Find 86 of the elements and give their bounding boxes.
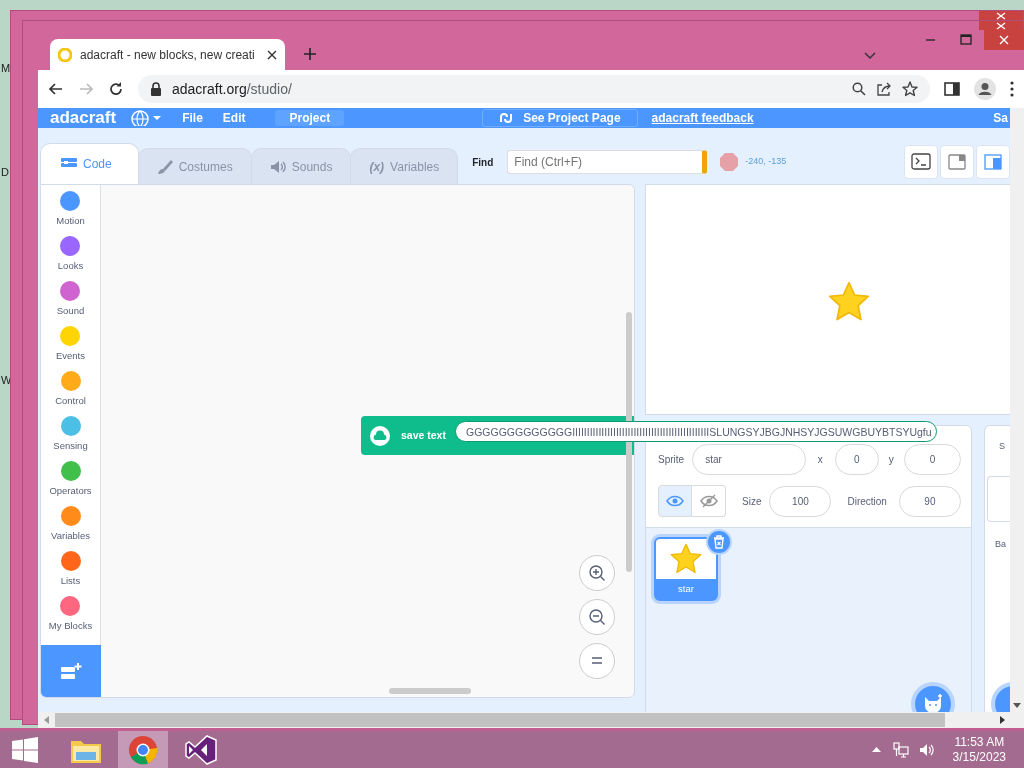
category-item[interactable]: Motion	[56, 191, 85, 236]
find-label: Find	[472, 155, 494, 170]
scrollbar-thumb[interactable]	[55, 713, 945, 727]
zoom-in-icon	[587, 563, 607, 583]
browser-tab[interactable]: adacraft - new blocks, new creati	[50, 39, 285, 70]
x-field[interactable]: 0	[834, 444, 879, 475]
new-tab-icon[interactable]	[303, 47, 317, 61]
x-label: x	[817, 453, 823, 467]
eye-icon	[666, 495, 684, 507]
category-item[interactable]: Events	[55, 326, 85, 371]
category-item[interactable]: Operators	[49, 461, 92, 506]
add-blocks-icon	[60, 662, 82, 680]
size-label: Size	[742, 494, 762, 509]
volume-icon[interactable]	[918, 742, 935, 757]
desktop-icon-label: D	[1, 165, 9, 180]
hide-sprite-button[interactable]	[692, 485, 726, 517]
large-stage-icon	[983, 152, 1003, 172]
star-icon[interactable]	[902, 81, 918, 97]
share-icon[interactable]	[876, 82, 892, 96]
view-button[interactable]	[904, 145, 938, 179]
category-item[interactable]: Lists	[60, 551, 81, 596]
view-button[interactable]	[940, 145, 974, 179]
star-thumbnail	[670, 543, 702, 575]
bowtie-logo-icon	[185, 734, 217, 765]
delete-button[interactable]	[706, 529, 732, 555]
text-input-field[interactable]: GGGGGGGGGGGGGIIIIIIIIIIIIIIIIIIIIIIIIIIIIIIIIIIIIIIIIIIIIIIISLUNGSYJBGJNHSYJGSUWGBUYBTSYUgfu	[455, 421, 937, 442]
search-icon[interactable]	[852, 82, 866, 96]
y-field[interactable]: 0	[903, 444, 961, 475]
stage-heading: S	[999, 440, 1005, 453]
direction-label: Direction	[847, 494, 887, 509]
category-item[interactable]: Variables	[51, 506, 90, 551]
terminal-icon	[911, 152, 931, 172]
windows-icon	[12, 736, 38, 763]
side-panel-icon[interactable]	[944, 82, 960, 96]
direction-field[interactable]: 90	[898, 485, 961, 517]
clock-date[interactable]: 3/15/2023	[952, 749, 1006, 765]
profile-icon[interactable]	[974, 78, 996, 100]
small-stage-icon	[947, 152, 967, 172]
trash-icon	[713, 535, 725, 549]
scrollbar-thumb[interactable]	[389, 688, 471, 694]
desktop-icon-label: M	[1, 61, 11, 76]
more-menu-icon[interactable]	[1010, 81, 1014, 97]
backdrops-label: Ba	[995, 537, 1006, 551]
close-icon[interactable]	[267, 49, 277, 60]
sprite-name: star	[677, 582, 695, 596]
zoom-button[interactable]	[579, 599, 615, 635]
sprite-label: Sprite	[658, 453, 685, 467]
find-field[interactable]: Find (Ctrl+F)	[507, 150, 708, 174]
zoom-button[interactable]	[579, 643, 615, 679]
show-sprite-button[interactable]	[658, 485, 692, 517]
speaker-icon	[269, 158, 286, 175]
clock-time[interactable]: 11:53 AM	[952, 734, 1006, 750]
coordinates-text: -240, -135	[745, 155, 787, 169]
forward-icon	[78, 81, 94, 97]
y-label: y	[888, 453, 894, 467]
back-icon[interactable]	[48, 81, 64, 97]
swap-arrows-icon	[499, 112, 514, 124]
cloud-icon	[369, 424, 391, 447]
network-icon[interactable]	[892, 741, 909, 758]
view-button[interactable]	[976, 145, 1010, 179]
scroll-down-icon[interactable]	[1013, 703, 1021, 708]
scroll-left-icon[interactable]	[44, 716, 49, 724]
category-item[interactable]: Sound	[56, 281, 85, 326]
sprite-name-field[interactable]: star	[692, 444, 806, 475]
scroll-right-icon[interactable]	[1000, 716, 1005, 724]
favicon-icon	[58, 47, 72, 62]
category-item[interactable]: Looks	[57, 236, 84, 281]
brush-icon	[156, 158, 173, 175]
cat-icon	[922, 694, 944, 712]
zoom-button[interactable]	[579, 555, 615, 591]
category-item[interactable]: Control	[55, 371, 86, 416]
chevron-down-icon[interactable]	[864, 52, 876, 60]
chrome-icon	[128, 734, 158, 765]
tray-arrow-icon[interactable]	[871, 747, 881, 752]
category-item[interactable]: My Blocks	[48, 596, 93, 641]
reload-icon[interactable]	[108, 81, 124, 97]
size-field[interactable]: 100	[769, 485, 832, 517]
scrollbar[interactable]	[1010, 108, 1024, 712]
eye-slash-icon	[699, 494, 718, 508]
scrollbar[interactable]	[38, 712, 1024, 728]
star-sprite	[828, 281, 870, 323]
language-icon[interactable]	[130, 110, 163, 126]
add-extension-button[interactable]	[41, 645, 101, 697]
zoom-out-icon	[587, 607, 607, 627]
category-item[interactable]: Sensing	[53, 416, 88, 461]
lock-icon	[150, 82, 162, 96]
